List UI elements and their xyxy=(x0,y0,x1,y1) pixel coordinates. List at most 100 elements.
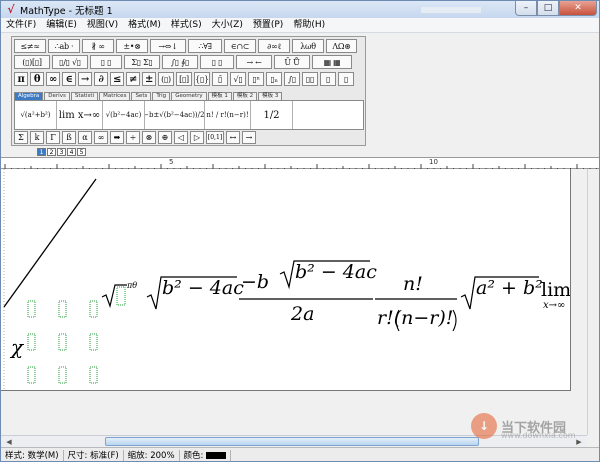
size-button-2[interactable]: 2 xyxy=(47,148,56,156)
menu-view[interactable]: 视图(V) xyxy=(82,18,123,33)
eszett-button[interactable]: ß xyxy=(62,131,76,144)
matrix-button[interactable]: ▯▯ xyxy=(302,72,318,86)
right-arrow-button[interactable]: ➡ xyxy=(110,131,124,144)
tab-statistics[interactable]: Statisti xyxy=(70,92,99,100)
tab-template-1[interactable]: 模板 1 xyxy=(207,92,232,100)
slot-button-2[interactable]: ▯ xyxy=(338,72,354,86)
formula-numerator-root[interactable]: b² − 4ac xyxy=(295,261,377,283)
spaces-palette-button[interactable]: ∴ab · xyxy=(48,39,80,53)
divide-button[interactable]: ÷ xyxy=(126,131,140,144)
products-palette-button[interactable]: Ū Ů xyxy=(274,55,310,69)
vertical-scrollbar[interactable] xyxy=(587,169,599,435)
otimes-button[interactable]: ⊗ xyxy=(142,131,156,144)
size-button-4[interactable]: 4 xyxy=(67,148,76,156)
maximize-button[interactable]: □ xyxy=(537,1,559,16)
fences-palette-button[interactable]: (▯)[▯] xyxy=(14,55,50,69)
misc-palette-button[interactable]: ∂∞ℓ xyxy=(258,39,290,53)
oplus-button[interactable]: ⊕ xyxy=(158,131,172,144)
status-style[interactable]: 样式: 数学(M) xyxy=(1,449,64,461)
fractions-palette-button[interactable]: ▯/▯ √▯ xyxy=(52,55,88,69)
formula-sqrt-discriminant[interactable]: b² − 4ac xyxy=(162,277,244,299)
element-of-button[interactable]: ∈ xyxy=(62,72,76,86)
formula-limit-subscript[interactable]: x→∞ xyxy=(543,300,565,311)
partial-button[interactable]: ∂ xyxy=(94,72,108,86)
menu-preferences[interactable]: 预置(P) xyxy=(248,18,288,33)
tab-template-3[interactable]: 模板 3 xyxy=(258,92,283,100)
size-button-1[interactable]: 1 xyxy=(37,148,46,156)
operators-palette-button[interactable]: ±•⊗ xyxy=(116,39,148,53)
leq-button[interactable]: ≤ xyxy=(110,72,124,86)
right-triangle-button[interactable]: ▷ xyxy=(190,131,204,144)
tab-matrices[interactable]: Matrices xyxy=(99,92,131,100)
formula-limit[interactable]: lim xyxy=(541,279,570,301)
theta-button[interactable]: θ xyxy=(30,72,44,86)
equation-canvas[interactable]: χ πθ b² − 4ac −b ± √(b² − 4ac) b² − 4ac … xyxy=(1,169,571,391)
alpha-button[interactable]: α xyxy=(78,131,92,144)
embellishments-palette-button[interactable]: ∦ ∞ xyxy=(82,39,114,53)
template-discriminant[interactable]: √(b²−4ac) xyxy=(103,101,145,129)
left-triangle-button[interactable]: ◁ xyxy=(174,131,188,144)
template-half[interactable]: 1/2 xyxy=(251,101,293,129)
template-limit[interactable]: lim x→∞ xyxy=(57,101,103,129)
template-empty-slot[interactable] xyxy=(293,101,363,129)
bars-palette-button[interactable]: ▯ ▯ xyxy=(200,55,234,69)
close-button[interactable]: ✕ xyxy=(559,1,597,16)
double-arrow-button[interactable]: ↔ xyxy=(226,131,240,144)
template-sqrt-sum[interactable]: √(a²+b²) xyxy=(15,101,57,129)
tab-geometry[interactable]: Geometry xyxy=(171,92,207,100)
interval-button[interactable]: [0,1] xyxy=(206,131,224,144)
superscript-button[interactable]: ▯ⁿ xyxy=(248,72,264,86)
formula-combination-numerator[interactable]: n! xyxy=(403,273,423,295)
braces-button[interactable]: {▯} xyxy=(194,72,210,86)
labeled-arrows-palette-button[interactable]: → ← xyxy=(236,55,272,69)
gamma-button[interactable]: Γ xyxy=(46,131,60,144)
status-size[interactable]: 尺寸: 标准(F) xyxy=(64,449,124,461)
scripts-palette-button[interactable]: ▯ ▯ xyxy=(90,55,122,69)
greek-lower-palette-button[interactable]: λωθ xyxy=(292,39,324,53)
sigma-button[interactable]: Σ xyxy=(14,131,28,144)
template-combination[interactable]: n! / r!(n−r)! xyxy=(205,101,251,129)
minimize-button[interactable]: – xyxy=(515,1,537,16)
greek-upper-palette-button[interactable]: ΛΩ⊛ xyxy=(326,39,357,53)
infinity-button[interactable]: ∞ xyxy=(46,72,60,86)
arrows-palette-button[interactable]: →⇔↓ xyxy=(150,39,186,53)
menu-file[interactable]: 文件(F) xyxy=(1,18,41,33)
tab-algebra[interactable]: Algebra xyxy=(14,92,44,100)
logic-palette-button[interactable]: ∴∀∃ xyxy=(188,39,222,53)
integral-button[interactable]: ∫▯ xyxy=(284,72,300,86)
menu-help[interactable]: 帮助(H) xyxy=(288,18,330,33)
menu-size[interactable]: 大小(Z) xyxy=(207,18,248,33)
integrals-palette-button[interactable]: ∫▯ ∮▯ xyxy=(162,55,198,69)
sqrt-button[interactable]: √▯ xyxy=(230,72,246,86)
pi-button[interactable]: π xyxy=(14,72,28,86)
neq-button[interactable]: ≠ xyxy=(126,72,140,86)
formula-sqrt-sum[interactable]: a² + b² xyxy=(476,277,543,299)
arrow-symbol-button[interactable]: → xyxy=(242,131,256,144)
formula-pi-theta[interactable]: πθ xyxy=(127,281,137,290)
k-button[interactable]: k xyxy=(30,131,44,144)
title-bar[interactable]: √ MathType - 无标题 1 – □ ✕ xyxy=(1,1,599,18)
status-color[interactable]: 颜色: xyxy=(180,449,232,461)
tab-template-2[interactable]: 模板 2 xyxy=(232,92,258,100)
scrollbar-thumb[interactable] xyxy=(105,437,479,446)
infinity-symbol-button[interactable]: ∞ xyxy=(94,131,108,144)
sums-palette-button[interactable]: Σ▯ Σ▯ xyxy=(124,55,160,69)
menu-format[interactable]: 格式(M) xyxy=(123,18,166,33)
tab-sets[interactable]: Sets xyxy=(131,92,152,100)
arrow-button[interactable]: → xyxy=(78,72,92,86)
size-button-5[interactable]: 5 xyxy=(77,148,86,156)
slot-button[interactable]: ▯ xyxy=(320,72,336,86)
ruler[interactable]: 5 10 xyxy=(1,157,599,170)
menu-edit[interactable]: 编辑(E) xyxy=(41,18,82,33)
template-quadratic[interactable]: (−b±√(b²−4ac))/2a xyxy=(145,101,205,129)
formula-denominator[interactable]: 2a xyxy=(291,303,314,325)
overbar-button[interactable]: ▯̄ xyxy=(212,72,228,86)
sets-palette-button[interactable]: ∈∩⊂ xyxy=(224,39,256,53)
size-button-3[interactable]: 3 xyxy=(57,148,66,156)
scroll-left-icon[interactable]: ◀ xyxy=(3,437,15,447)
plus-minus-button[interactable]: ± xyxy=(142,72,156,86)
status-zoom[interactable]: 缩放: 200% xyxy=(124,449,180,461)
brackets-button[interactable]: [▯] xyxy=(176,72,192,86)
relations-palette-button[interactable]: ≤≠≈ xyxy=(14,39,46,53)
matrices-palette-button[interactable]: ▦ ▦ xyxy=(312,55,352,69)
